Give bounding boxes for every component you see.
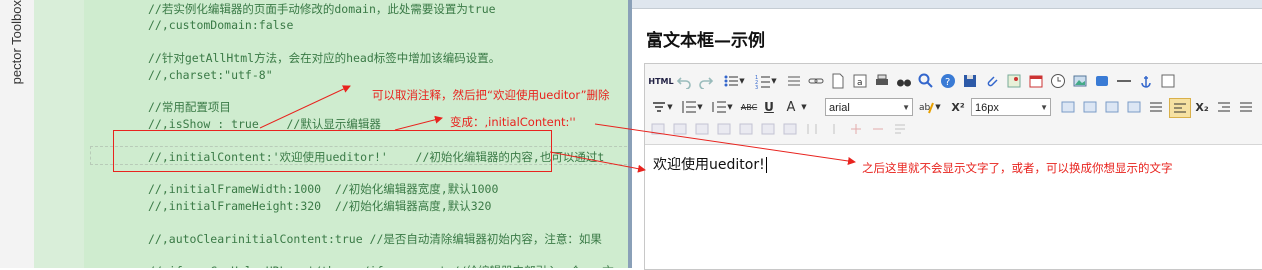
- arrow-to-uncomment-note: [259, 85, 351, 129]
- arrow-to-change-note: [394, 115, 443, 131]
- arrow-to-editor-content: [549, 151, 646, 173]
- arrow-to-result-note: [594, 123, 856, 165]
- annotation-arrows: [259, 85, 856, 173]
